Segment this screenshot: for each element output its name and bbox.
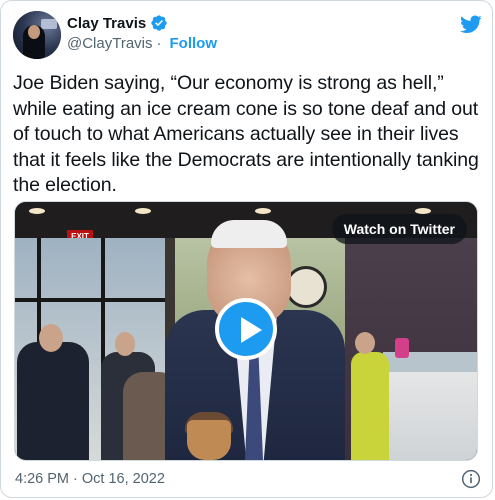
watch-on-twitter-button[interactable]: Watch on Twitter (331, 214, 467, 244)
twitter-bird-icon[interactable] (459, 13, 483, 35)
tweet-card: Clay Travis @ClayTravis · Follow Joe Bid… (0, 0, 493, 498)
video-media[interactable]: EXIT Watch on Twitter (14, 201, 478, 461)
info-icon[interactable] (461, 469, 481, 489)
avatar[interactable] (13, 11, 61, 59)
play-icon (241, 317, 262, 343)
tweet-text: Joe Biden saying, “Our economy is strong… (13, 72, 479, 196)
verified-badge-icon (151, 15, 167, 31)
follow-link[interactable]: Follow (170, 35, 218, 52)
separator-dot: · (156, 35, 162, 52)
tweet-header: Clay Travis @ClayTravis · Follow (13, 11, 483, 61)
timestamp-link[interactable]: 4:26 PM · Oct 16, 2022 (15, 471, 165, 487)
play-button[interactable] (215, 298, 277, 360)
author-name[interactable]: Clay Travis (67, 15, 146, 32)
author-name-row: Clay Travis (67, 13, 168, 33)
author-handle[interactable]: @ClayTravis (67, 35, 153, 52)
tweet-footer: 4:26 PM · Oct 16, 2022 (13, 469, 483, 491)
author-handle-row: @ClayTravis · Follow (67, 35, 217, 52)
